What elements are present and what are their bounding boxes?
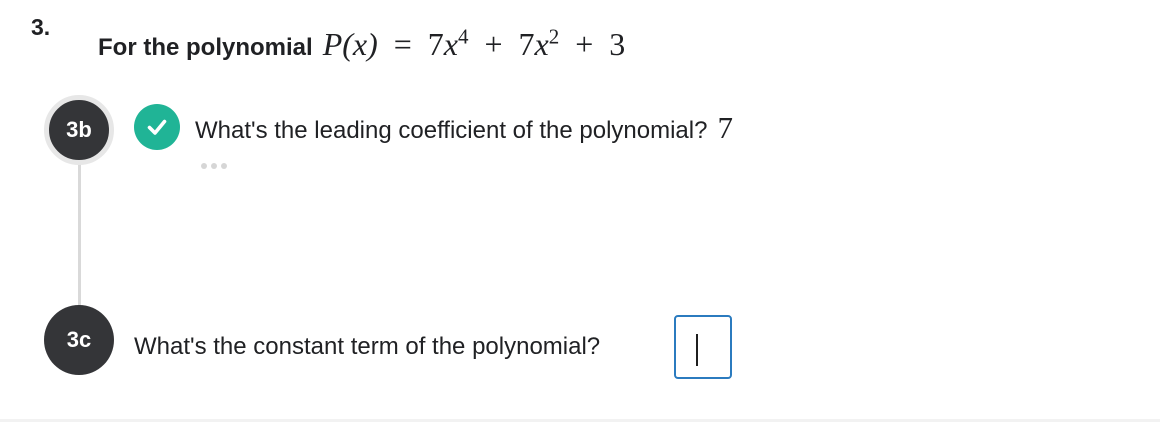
term-2-coefficient: 7 <box>518 26 535 62</box>
step-badge-label: 3c <box>66 327 92 352</box>
term-1-exponent: 4 <box>458 24 469 49</box>
question-3b-text: What's the leading coefficient of the po… <box>195 117 708 144</box>
question-3b: What's the leading coefficient of the po… <box>195 110 733 145</box>
problem-prompt: For the polynomial P(x) = 7x4 + 7x2 + 3 <box>98 26 626 68</box>
text-cursor <box>696 334 698 366</box>
more-dot-2 <box>211 163 217 169</box>
answer-3b: 7 <box>717 110 733 145</box>
step-timeline <box>78 140 81 322</box>
plus-sign-2: + <box>575 26 594 62</box>
term-2-exponent: 2 <box>548 24 560 49</box>
problem-number: 3. <box>31 14 51 40</box>
step-badge-3b[interactable]: 3b <box>44 95 114 165</box>
equals-sign: = <box>393 26 412 62</box>
question-3c-text: What's the constant term of the polynomi… <box>134 333 601 360</box>
step-badge-label: 3b <box>66 117 92 142</box>
more-dot-1 <box>201 163 207 169</box>
more-dot-3 <box>221 163 227 169</box>
term-1-coefficient: 7 <box>427 26 444 62</box>
prompt-text: For the polynomial <box>98 34 313 61</box>
polynomial-lhs: P(x) <box>322 26 378 62</box>
answer-input-3c[interactable] <box>674 315 732 379</box>
term-2-variable: x <box>534 26 549 62</box>
step-badge-3c[interactable]: 3c <box>44 305 114 375</box>
term-1-variable: x <box>443 26 458 62</box>
more-options-icon[interactable] <box>201 163 227 169</box>
check-icon <box>134 104 180 150</box>
plus-sign-1: + <box>484 26 503 62</box>
polynomial-expression: P(x) = 7x4 + 7x2 + 3 <box>322 26 626 62</box>
constant-term: 3 <box>609 26 626 62</box>
